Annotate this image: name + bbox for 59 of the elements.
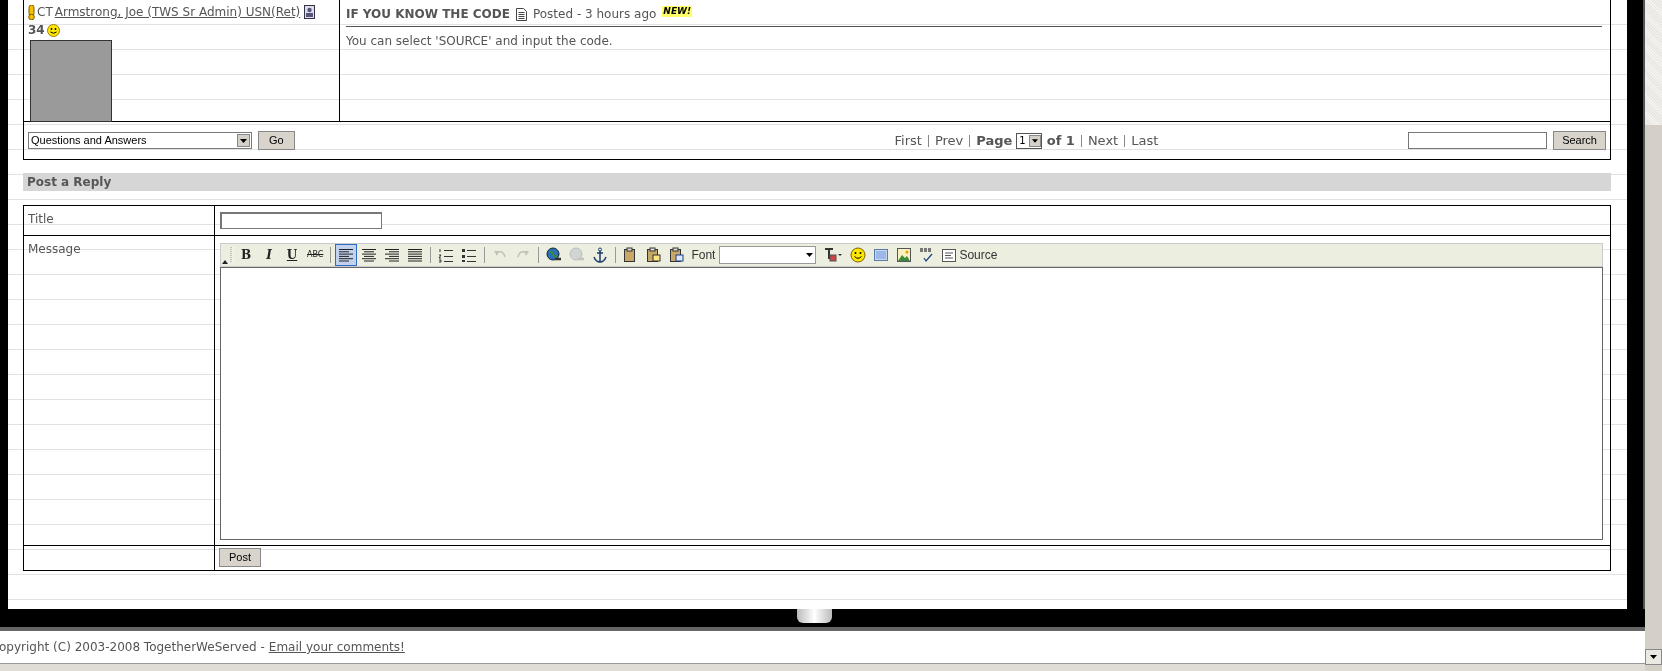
search-field[interactable] bbox=[1408, 132, 1548, 149]
scrollbar-thumb[interactable] bbox=[1645, 0, 1662, 125]
page-label: Page bbox=[976, 131, 1013, 150]
title-label: Title bbox=[28, 212, 54, 226]
source-icon bbox=[942, 248, 957, 262]
posted-time: Posted - 3 hours ago bbox=[532, 6, 657, 23]
smiley-icon bbox=[850, 247, 867, 263]
text-color-icon bbox=[823, 247, 844, 263]
justify-left-button[interactable] bbox=[335, 244, 358, 266]
pager-link[interactable]: First bbox=[894, 130, 922, 151]
anchor-icon bbox=[592, 247, 609, 263]
down-arrow-icon bbox=[1650, 655, 1657, 659]
toolbar-grip-icon[interactable] bbox=[230, 246, 234, 264]
copyright-text: opyright (C) 2003-2008 TogetherWeServed - bbox=[0, 639, 265, 656]
scroll-down-button[interactable] bbox=[1645, 649, 1662, 665]
clipboard-document-icon bbox=[669, 247, 686, 263]
pager-link[interactable]: Last bbox=[1131, 130, 1159, 151]
profile-card-icon[interactable] bbox=[304, 5, 316, 19]
page-select[interactable]: 1 bbox=[1016, 132, 1042, 149]
search-button[interactable]: Search bbox=[1553, 131, 1606, 150]
strikethrough-button[interactable]: ABC bbox=[304, 244, 327, 266]
numbered-list-icon bbox=[438, 247, 455, 263]
align-left-icon bbox=[338, 247, 355, 263]
forum-select[interactable]: Questions and Answers bbox=[28, 132, 252, 149]
pager-link[interactable]: Next bbox=[1087, 130, 1119, 151]
underline-button[interactable]: U bbox=[281, 244, 303, 266]
bold-button[interactable]: B bbox=[235, 244, 257, 266]
page-count: of 1 bbox=[1046, 131, 1075, 150]
post-count: 34 bbox=[28, 22, 45, 39]
rank-text: CT bbox=[37, 4, 53, 21]
justify-icon bbox=[407, 247, 424, 263]
email-link[interactable]: Email your comments! bbox=[268, 638, 405, 656]
align-center-icon bbox=[361, 247, 378, 263]
new-badge: NEW! bbox=[662, 5, 693, 17]
go-button[interactable]: Go bbox=[258, 131, 295, 150]
dropdown-arrow-icon bbox=[806, 253, 814, 257]
pager-link[interactable]: Prev bbox=[934, 130, 964, 151]
document-icon bbox=[515, 7, 527, 21]
smiley-icon bbox=[46, 23, 60, 37]
section-heading: Post a Reply bbox=[23, 173, 1611, 191]
italic-button[interactable]: I bbox=[258, 244, 280, 266]
title-field[interactable] bbox=[220, 212, 382, 229]
clipboard-text-icon bbox=[646, 247, 663, 263]
thermometer-icon bbox=[28, 4, 35, 20]
message-label: Message bbox=[28, 242, 81, 256]
align-right-icon bbox=[384, 247, 401, 263]
source-button[interactable]: Source bbox=[939, 244, 1001, 266]
post-button[interactable]: Post bbox=[219, 548, 261, 567]
scroll-tab[interactable] bbox=[797, 609, 832, 623]
font-label: Font bbox=[691, 247, 716, 264]
post-title: IF YOU KNOW THE CODE bbox=[346, 6, 510, 23]
bullet-list-icon bbox=[461, 247, 478, 263]
post-body: You can select 'SOURCE' and input the code. bbox=[346, 33, 614, 50]
globe-link-icon bbox=[546, 247, 563, 263]
frame-icon bbox=[873, 247, 890, 263]
image-icon bbox=[896, 247, 913, 263]
vertical-scrollbar[interactable] bbox=[1645, 0, 1662, 671]
author-link[interactable]: Armstrong, Joe (TWS Sr Admin) USN(Ret) bbox=[54, 3, 301, 21]
globe-unlink-icon bbox=[569, 247, 586, 263]
